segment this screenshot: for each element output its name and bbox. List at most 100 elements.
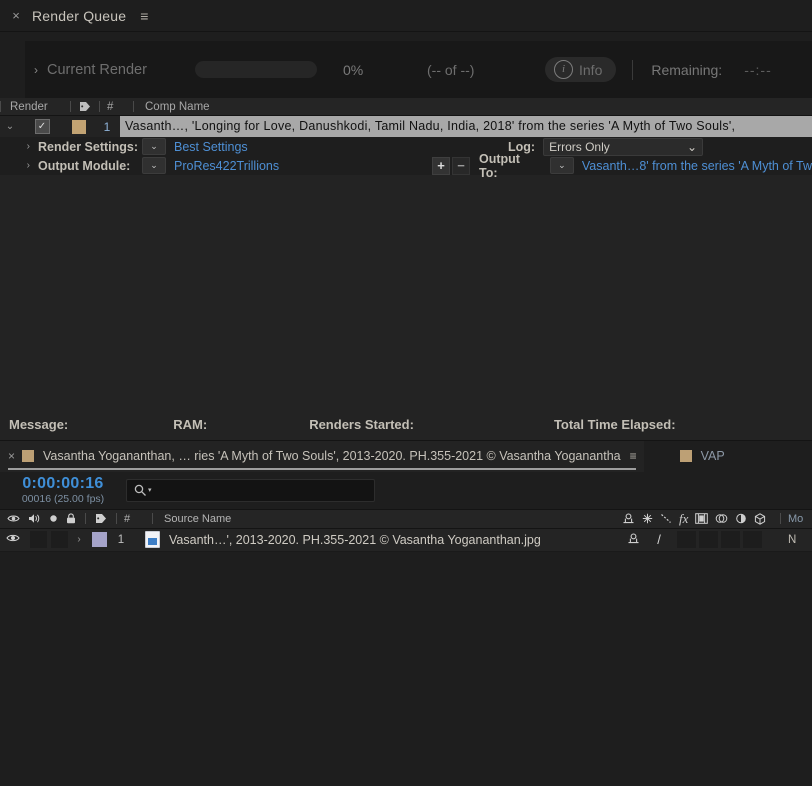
render-progress-bar [195,61,317,78]
layer-number: 1 [117,533,125,546]
render-settings-value[interactable]: Best Settings [174,140,248,154]
column-comp-name[interactable]: Comp Name [134,98,210,115]
layer-audio-toggle[interactable] [30,531,47,548]
chevron-right-icon[interactable]: › [0,160,38,171]
adjustment-toggle[interactable] [743,531,762,548]
close-icon[interactable]: × [8,450,15,462]
render-progress-percent: 0% [343,61,364,78]
close-icon[interactable]: × [8,9,24,22]
current-time-display[interactable]: 0:00:00:16 00016 (25.00 fps) [0,475,126,506]
column-label[interactable] [86,513,116,524]
divider [780,513,781,524]
add-output-module-button[interactable]: + [432,156,450,175]
status-renders-started-label: Renders Started: [309,417,414,432]
tab-label: Vasantha Yogananthan, … ries 'A Myth of … [43,449,621,463]
column-mode[interactable]: Mo [788,513,803,525]
render-checkbox-cell[interactable]: ✓ [20,119,64,134]
timeline-timecode-row: 0:00:00:16 00016 (25.00 fps) ▾ [0,471,812,509]
column-number[interactable]: # [117,513,152,525]
tab-composition-inactive[interactable]: VAP [671,440,732,472]
status-ram-label: RAM: [173,417,208,432]
queue-column-header: Render # Comp Name [0,98,812,116]
comp-name-value[interactable]: Vasanth…, 'Longing for Love, Danushkodi,… [120,116,812,137]
eye-icon[interactable] [7,514,20,523]
effects-icon[interactable]: fx [679,512,688,525]
collapse-icon[interactable] [642,513,653,524]
render-item-number: 1 [103,119,111,134]
column-render[interactable]: Render [1,98,70,115]
current-timecode: 0:00:00:16 [22,474,104,492]
av-features-columns [0,513,85,524]
info-icon: i [554,60,573,79]
timeline-layer-row[interactable]: › 1 Vasanth…', 2013-2020. PH.355-2021 © … [0,528,812,552]
info-button-label: Info [579,61,603,78]
layer-solo-toggle[interactable] [51,531,68,548]
render-queue-tabbar: × Render Queue ≡ [0,0,812,32]
speaker-icon[interactable] [28,513,41,524]
current-frame-and-fps: 00016 (25.00 fps) [21,493,105,506]
status-total-time-label: Total Time Elapsed: [553,417,676,432]
motion-blur-icon[interactable] [715,513,728,524]
tag-icon [96,514,106,523]
layer-label-swatch[interactable] [92,532,107,547]
shy-toggle[interactable] [622,532,644,547]
lock-icon[interactable] [66,513,76,524]
adjustment-icon[interactable] [735,513,747,524]
quality-icon[interactable] [660,513,672,524]
shy-icon[interactable] [622,513,635,524]
shy-icon [628,532,638,543]
after-effects-window: × Render Queue ≡ › Current Render 0% (--… [0,0,812,786]
panel-menu-icon[interactable]: ≡ [630,450,637,462]
tag-icon [80,102,90,111]
divider [632,59,634,80]
frame-blend-icon[interactable] [695,513,709,524]
render-settings-label: Render Settings: [38,139,139,154]
search-icon [134,484,146,496]
chevron-down-icon[interactable]: ⌄ [0,121,20,132]
layer-source-name[interactable]: Vasanth…', 2013-2020. PH.355-2021 © Vasa… [169,533,541,547]
chevron-down-icon[interactable]: ▾ [148,486,152,494]
frame-blend-toggle[interactable] [699,531,718,548]
chevron-right-icon[interactable]: › [0,141,38,152]
output-to-label: Output To: [479,151,520,180]
solo-dot-icon[interactable] [49,514,58,523]
render-settings-dropdown[interactable]: ⌄ [142,138,166,155]
layer-blend-mode[interactable]: N [788,534,796,546]
remove-output-module-button[interactable]: − [452,156,470,175]
3d-layer-icon[interactable] [754,512,766,525]
column-number[interactable]: # [100,98,133,115]
log-dropdown[interactable]: Errors Only ⌄ [543,137,704,156]
info-button[interactable]: i Info [545,57,617,82]
motion-blur-toggle[interactable] [721,531,740,548]
chevron-right-icon[interactable]: › [25,63,47,77]
label-color-cell[interactable] [64,119,94,134]
label-color-swatch[interactable] [72,119,86,134]
status-message-label: Message: [9,417,69,432]
timeline-column-header: # Source Name fx Mo [0,508,812,529]
image-file-icon [145,531,160,548]
tab-composition-active[interactable]: × Vasantha Yogananthan, … ries 'A Myth o… [0,440,644,472]
output-to-dropdown[interactable]: ⌄ [549,157,574,174]
panel-menu-icon[interactable]: ≡ [140,9,148,23]
column-source-name[interactable]: Source Name [153,513,231,525]
effects-toggle[interactable] [677,531,696,548]
output-module-value[interactable]: ProRes422Trillions [174,159,279,173]
column-label[interactable] [71,98,99,115]
output-module-dropdown[interactable]: ⌄ [142,157,166,174]
render-queue-item-row[interactable]: ⌄ ✓ 1 Vasanth…, 'Longing for Love, Danus… [0,116,812,137]
render-queue-status-bar: Message: RAM: Renders Started: Total Tim… [0,409,812,441]
output-module-row: › Output Module: ⌄ ProRes422Trillions + … [0,152,812,180]
eye-icon [6,534,20,542]
chevron-right-icon[interactable]: › [68,534,90,545]
render-checkbox[interactable]: ✓ [34,119,50,134]
render-frame-count: (-- of --) [427,61,475,78]
search-input[interactable]: ▾ [126,478,375,502]
quality-toggle[interactable]: / [644,532,674,547]
output-to-value[interactable]: Vasanth…8' from the series 'A Myth of Tw [582,159,812,173]
composition-label-swatch [679,450,692,462]
chevron-down-icon: ⌄ [687,139,698,154]
remaining-value: --:-- [744,61,772,78]
layer-video-toggle[interactable] [0,533,26,546]
layer-switches: / [622,531,762,548]
panel-title[interactable]: Render Queue [32,8,126,24]
